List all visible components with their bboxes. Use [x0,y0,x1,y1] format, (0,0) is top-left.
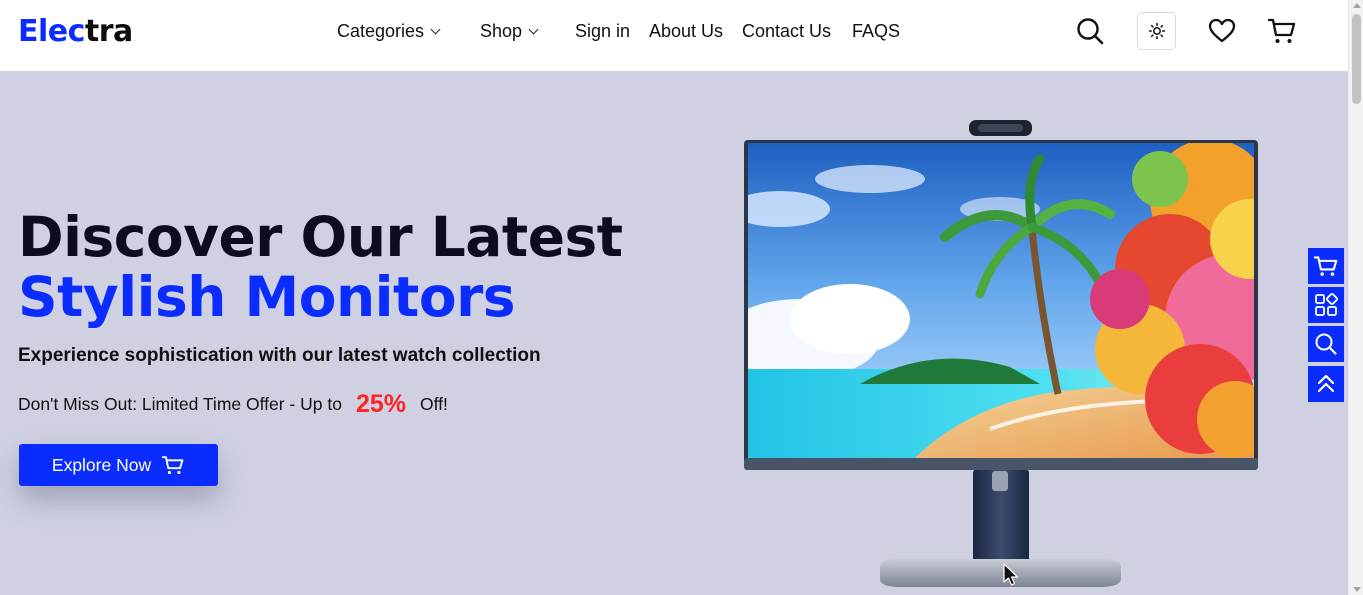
explore-now-label: Explore Now [51,454,152,475]
apps-icon [1315,293,1338,316]
offer-suffix: Off! [420,394,448,414]
sun-icon [1148,22,1165,40]
scrollbar-thumb[interactable] [1352,14,1361,104]
search-icon [1315,333,1337,355]
scroll-down-arrow-icon[interactable] [1353,587,1361,592]
cart-icon [161,456,184,475]
logo-text-accent: Elec [18,14,85,49]
nav-about-us-label: About Us [649,21,724,41]
nav-sign-in[interactable]: Sign in [575,19,649,43]
hero-subtitle: Experience sophistication with our lates… [18,345,541,366]
offer-prefix: Don't Miss Out: Limited Time Offer - Up … [18,394,342,414]
hero-title-line2: Stylish Monitors [18,265,515,329]
nav-sign-in-label: Sign in [575,21,631,41]
chevron-down-icon [430,24,441,34]
cart-icon [1313,256,1338,276]
search-icon[interactable] [1075,16,1105,46]
heart-icon[interactable] [1207,16,1237,46]
nav-about-us[interactable]: About Us [649,19,742,43]
nav-categories[interactable]: Categories [337,19,480,43]
chevron-down-icon [528,24,539,34]
explore-now-button[interactable]: Explore Now [19,444,218,486]
hero-section: Discover Our Latest Stylish Monitors Exp… [0,71,1348,595]
nav-shop-label: Shop [480,21,523,41]
theme-toggle-button[interactable] [1137,12,1176,50]
nav-contact-us-label: Contact Us [742,21,832,41]
main-nav: Categories Shop Sign in About Us Contact… [337,19,900,43]
nav-faqs[interactable]: FAQS [852,19,900,43]
monitor-product-image [744,120,1258,587]
hero-title-line1: Discover Our Latest [18,205,623,269]
logo-text-dark: tra [84,14,133,49]
scroll-up-arrow-icon[interactable] [1353,3,1361,8]
offer-line: Don't Miss Out: Limited Time Offer - Up … [18,387,448,421]
cart-icon[interactable] [1267,16,1297,46]
nav-shop[interactable]: Shop [480,19,575,43]
nav-faqs-label: FAQS [852,21,901,41]
nav-contact-us[interactable]: Contact Us [742,19,852,43]
offer-percent: 25% [355,390,406,418]
site-header: Electra Categories Shop Sign in About Us… [0,0,1348,71]
nav-categories-label: Categories [337,21,425,41]
brand-logo[interactable]: Electra [18,14,133,50]
floating-search-button[interactable] [1308,326,1344,362]
scroll-to-top-button[interactable] [1308,366,1344,402]
mouse-cursor-icon [1003,563,1019,586]
floating-cart-button[interactable] [1308,248,1344,284]
scroll-top-icon [1317,374,1335,393]
floating-categories-button[interactable] [1308,287,1344,323]
page-scrollbar[interactable] [1348,0,1363,595]
